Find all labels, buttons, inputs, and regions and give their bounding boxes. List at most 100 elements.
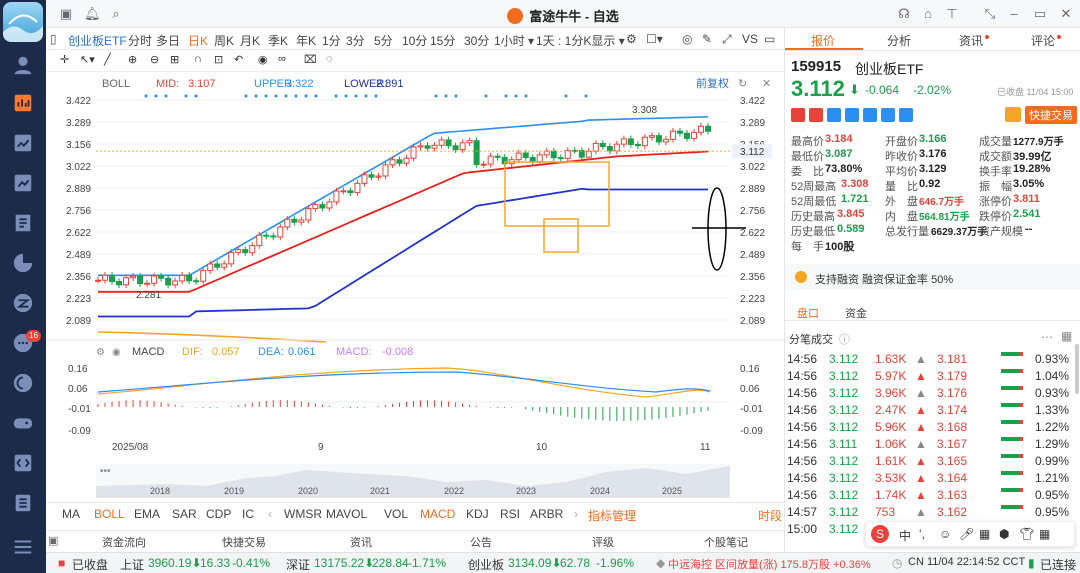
indicator-tab[interactable]: SAR (172, 507, 197, 521)
sidebar-toggle-icon[interactable]: ▯ (50, 32, 57, 46)
overlay-checkbox-icon[interactable]: ☐▾ (646, 32, 663, 46)
indicator-tab[interactable]: KDJ (466, 507, 489, 521)
ime-tool-icon[interactable]: ⬢ (999, 527, 1009, 541)
moomoo-icon[interactable] (0, 286, 46, 320)
indicator-tab[interactable]: MACD (420, 507, 455, 521)
panel-tab[interactable]: 资金 (845, 305, 867, 321)
period-tab[interactable]: 3分 (346, 32, 365, 49)
indicator-tab[interactable]: MAVOL (326, 507, 367, 521)
undo-icon[interactable]: ↶ (234, 53, 243, 66)
ime-tool-icon[interactable]: 🎤︎ (959, 527, 974, 541)
quote-tab[interactable]: 分析 (887, 32, 911, 49)
watchlist-chart-icon[interactable] (0, 86, 46, 120)
close-icon[interactable]: ✕ (1058, 6, 1074, 22)
fit-screen-icon[interactable]: ⊞ (170, 53, 179, 66)
eye-icon[interactable]: ◌ (326, 53, 333, 65)
flag-icon[interactable] (809, 108, 823, 122)
bag-icon[interactable]: ⌂ (920, 6, 936, 22)
period-tab[interactable]: 周K (214, 32, 234, 49)
note-icon[interactable] (881, 108, 895, 122)
pen-tool-icon[interactable]: ╱ (104, 53, 111, 66)
period-tab[interactable]: 月K (240, 32, 260, 49)
draw-icon[interactable]: ✎ (702, 32, 712, 46)
time-range-button[interactable]: 时段 (758, 507, 782, 524)
bottom-tab[interactable]: 资金流向 (102, 534, 146, 550)
panel-toggle-icon[interactable]: ▣ (48, 534, 58, 547)
ime-tool-icon[interactable]: 👕︎ (1019, 527, 1034, 541)
short-icon[interactable] (845, 108, 859, 122)
panel-tab[interactable]: 盘口 (797, 305, 819, 321)
bottom-tab[interactable]: 资讯 (350, 534, 372, 550)
bottom-tab[interactable]: 个股笔记 (704, 534, 748, 550)
portfolio-pie-icon[interactable] (0, 246, 46, 280)
bottom-tab[interactable]: 公告 (470, 534, 492, 550)
camera-icon[interactable]: ◎ (682, 32, 692, 46)
split-view-icon[interactable]: ▭ (764, 32, 775, 46)
alert-bell-icon[interactable] (1005, 107, 1021, 122)
headset-icon[interactable]: ☊ (896, 6, 912, 22)
menu-icon[interactable] (0, 530, 46, 564)
annotation-ellipse[interactable] (707, 187, 727, 271)
macd-settings-icon[interactable]: ⚙ (96, 347, 105, 358)
macd-toggle-icon[interactable]: ◉ (112, 347, 121, 358)
indicator-tab[interactable]: CDP (206, 507, 231, 521)
link-icon[interactable]: ∞ (278, 53, 286, 65)
index-name[interactable]: 深证 (286, 556, 310, 573)
trade-icon[interactable] (0, 206, 46, 240)
scrollbar-thumb[interactable] (1075, 344, 1079, 394)
close-pane-icon[interactable]: ✕ (762, 78, 771, 90)
minimize-icon[interactable]: – (1006, 6, 1022, 22)
bottom-tab[interactable]: 评级 (592, 534, 614, 550)
crosshair-move-icon[interactable]: ✛ (60, 53, 69, 66)
indicator-tab[interactable]: MA (62, 507, 80, 521)
quote-tab[interactable]: 报价 (811, 32, 835, 49)
indicator-tab[interactable]: IC (242, 507, 254, 521)
period-tab[interactable]: 年K (296, 32, 316, 49)
indicator-tab[interactable]: EMA (134, 507, 160, 521)
period-tab[interactable]: 5分 (374, 32, 393, 49)
fast-trade-button[interactable]: 快捷交易 (1025, 106, 1077, 124)
period-tab[interactable]: 10分 (402, 32, 427, 49)
settings-icon[interactable]: ⚙ (626, 32, 637, 46)
vs-compare-button[interactable]: VS (742, 32, 758, 46)
quote-tab[interactable]: 资讯 (959, 32, 990, 49)
bottom-tab[interactable]: 快捷交易 (222, 534, 266, 550)
shirt-icon[interactable]: ⊤ (944, 6, 960, 22)
annotation-rectangle[interactable] (504, 161, 610, 227)
ime-tool-icon[interactable]: ▦ (979, 527, 990, 541)
zoom-in-icon[interactable]: ⊕ (128, 53, 137, 66)
indicator-tab[interactable]: RSI (500, 507, 520, 521)
lock-icon[interactable]: ⊡ (214, 53, 223, 66)
ime-tool-icon[interactable]: ʻ, (919, 527, 925, 541)
period-tab[interactable]: 30分 (464, 32, 489, 49)
kline-chart[interactable]: BOLL MID: 3.107 UPPER:3.322 LOWER:2.891 前复权 ↻ ✕… (46, 72, 784, 502)
market-trend-icon[interactable] (0, 126, 46, 160)
ime-tool-icon[interactable]: 中 (899, 527, 911, 544)
quote-tab[interactable]: 评论 (1031, 32, 1062, 49)
code-icon[interactable] (0, 446, 46, 480)
game-icon[interactable] (0, 406, 46, 440)
flag-icon[interactable] (791, 108, 805, 122)
overview-more-icon[interactable]: ••• (100, 466, 111, 477)
indicator-tab[interactable]: BOLL (94, 507, 125, 521)
collapse-icon[interactable]: ⤡ (982, 6, 998, 22)
indicator-tab[interactable]: VOL (384, 507, 408, 521)
news-ticker[interactable]: 中远海控 区间放量(涨) 175.8万股 +0.36% (668, 556, 871, 572)
scroll-left-icon[interactable]: ‹ (268, 507, 272, 521)
symbol-tab[interactable]: 创业板ETF (68, 32, 127, 49)
adjust-button[interactable]: 前复权 (696, 76, 729, 90)
scroll-right-icon[interactable]: › (574, 507, 578, 521)
period-tab[interactable]: 1天 : 1分K显示 ▾ (536, 32, 625, 49)
maximize-icon[interactable]: ▭ (1032, 6, 1048, 22)
indicator-tab[interactable]: ARBR (530, 507, 563, 521)
margin-icon[interactable] (827, 108, 841, 122)
discover-icon[interactable] (0, 366, 46, 400)
period-tab[interactable]: 日K (188, 32, 208, 49)
refresh-icon[interactable]: ↻ (738, 78, 747, 90)
app-logo[interactable] (3, 2, 43, 42)
zoom-out-icon[interactable]: ⊖ (150, 53, 159, 66)
period-tab[interactable]: 季K (268, 32, 288, 49)
indicator-tab[interactable]: 指标管理 (588, 507, 636, 524)
magnet-icon[interactable]: ∩ (194, 53, 202, 65)
index-name[interactable]: 创业板 (468, 556, 504, 573)
